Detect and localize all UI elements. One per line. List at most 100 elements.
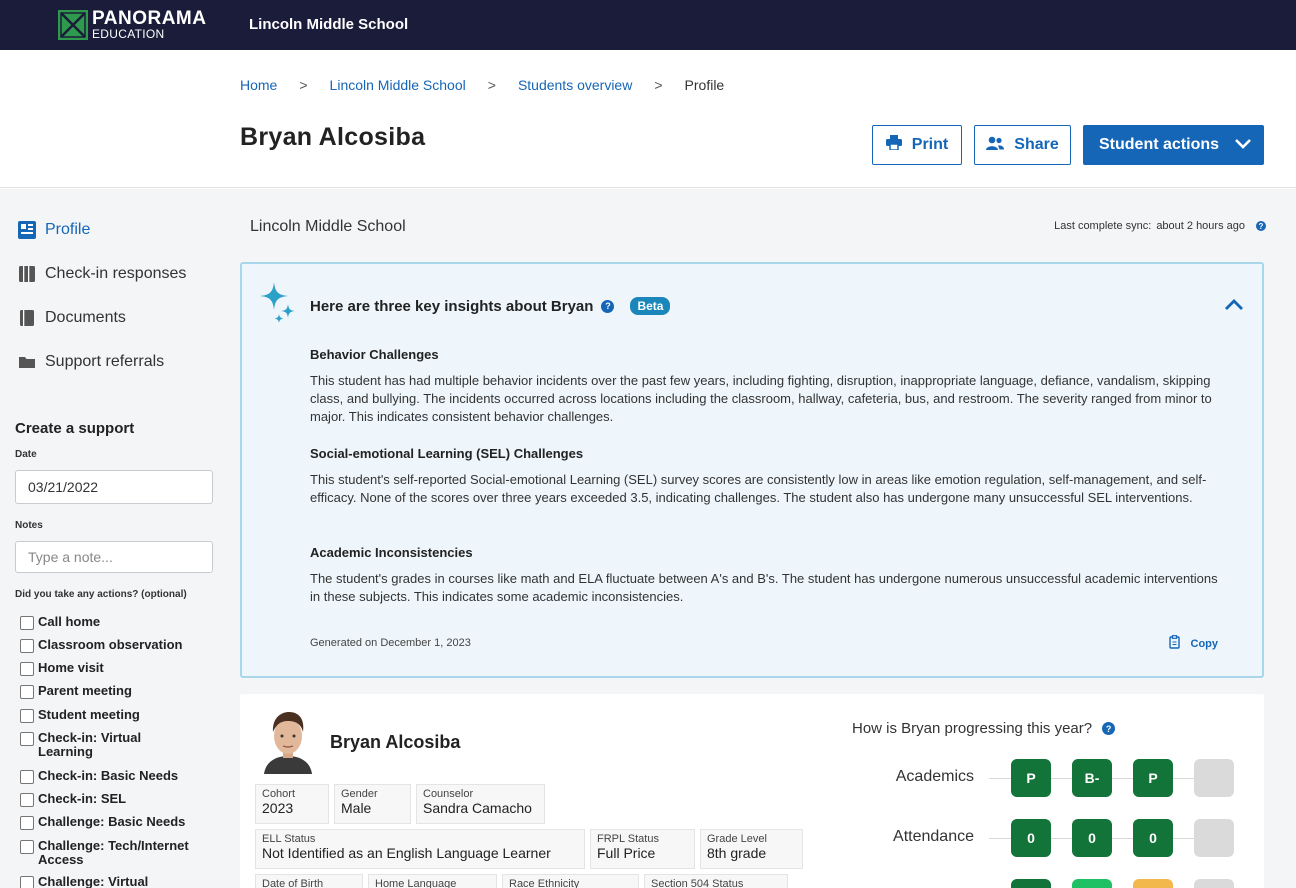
action-checkbox-home-visit[interactable]: Home visit: [20, 661, 220, 676]
breadcrumb-school[interactable]: Lincoln Middle School: [330, 77, 466, 93]
checkbox[interactable]: [20, 793, 34, 807]
student-actions-button[interactable]: Student actions: [1083, 125, 1264, 165]
print-button-label: Print: [911, 136, 949, 153]
sidebar-item-profile[interactable]: Profile: [18, 221, 90, 239]
checkbox[interactable]: [20, 662, 34, 676]
create-support-title: Create a support: [15, 420, 135, 437]
insights-title-text: Here are three key insights about Bryan: [310, 297, 594, 315]
behavior-score-pill-empty: [1194, 879, 1234, 888]
checkbox[interactable]: [20, 876, 34, 888]
date-field[interactable]: [15, 470, 213, 504]
panorama-logo[interactable]: PANORAMA EDUCATION: [58, 9, 223, 41]
insight-heading: Behavior Challenges: [310, 347, 439, 362]
race-ethnicity-chip: Race Ethnicity: [502, 874, 639, 888]
checkbox-label: Student meeting: [38, 707, 140, 722]
sidebar-item-support-referrals[interactable]: Support referrals: [18, 353, 164, 371]
action-checkbox-check-in-virtual-learning[interactable]: Check-in: Virtual Learning: [20, 731, 160, 759]
help-icon[interactable]: ?: [1102, 722, 1116, 735]
attendance-score-pill[interactable]: 0: [1011, 819, 1051, 857]
print-button[interactable]: Print: [872, 125, 962, 165]
action-checkbox-check-in-basic-needs[interactable]: Check-in: Basic Needs: [20, 769, 220, 784]
insight-heading: Social-emotional Learning (SEL) Challeng…: [310, 446, 584, 461]
checkbox-label: Challenge: Basic Needs: [38, 814, 186, 829]
copy-button[interactable]: Copy: [1168, 635, 1219, 652]
grade-level-chip: Grade Level 8th grade: [700, 829, 803, 869]
breadcrumb-home[interactable]: Home: [240, 77, 277, 93]
academics-score-pill[interactable]: P: [1011, 759, 1051, 797]
action-checkbox-challenge-virtual[interactable]: Challenge: Virtual: [20, 875, 220, 888]
chip-label: Date of Birth: [262, 878, 324, 888]
frpl-status-chip: FRPL Status Full Price: [590, 829, 695, 869]
help-icon[interactable]: ?: [1256, 221, 1266, 231]
sidebar-item-documents[interactable]: Documents: [18, 309, 126, 327]
checkbox[interactable]: [20, 732, 34, 746]
checkbox[interactable]: [20, 616, 34, 630]
help-icon[interactable]: ?: [601, 299, 615, 313]
action-checkbox-check-in-sel[interactable]: Check-in: SEL: [20, 792, 220, 807]
chip-value: Male: [341, 800, 372, 816]
folder-icon: [18, 353, 36, 371]
action-checkbox-classroom-observation[interactable]: Classroom observation: [20, 638, 220, 653]
sidebar-item-check-in-responses[interactable]: Check-in responses: [18, 265, 186, 283]
checkbox[interactable]: [20, 639, 34, 653]
copy-label: Copy: [1190, 637, 1219, 650]
cohort-chip: Cohort 2023: [255, 784, 329, 824]
book-icon: [18, 265, 36, 283]
insight-text: This student has had multiple behavior i…: [310, 373, 1212, 424]
chip-label: Gender: [341, 788, 378, 800]
sidebar-item-label: Profile: [45, 221, 91, 238]
checkbox-label: Classroom observation: [38, 637, 183, 652]
checkbox-label: Home visit: [38, 660, 104, 675]
checkbox-label: Check-in: SEL: [38, 791, 127, 806]
checkbox[interactable]: [20, 770, 34, 784]
ell-status-chip: ELL Status Not Identified as an English L…: [255, 829, 585, 869]
date-of-birth-chip: Date of Birth: [255, 874, 363, 888]
checkbox[interactable]: [20, 840, 34, 854]
checkbox-label: Challenge: Virtual: [38, 874, 149, 888]
action-checkbox-parent-meeting[interactable]: Parent meeting: [20, 684, 220, 699]
share-button[interactable]: Share: [974, 125, 1071, 165]
chip-label: Grade Level: [707, 833, 767, 845]
action-checkbox-challenge-basic-needs[interactable]: Challenge: Basic Needs: [20, 815, 220, 830]
checkbox-label: Parent meeting: [38, 683, 132, 698]
academics-score-pill[interactable]: P: [1133, 759, 1173, 797]
profile-icon: [18, 221, 36, 239]
chip-value: Sandra Camacho: [423, 800, 532, 816]
breadcrumb-current: Profile: [684, 77, 725, 93]
counselor-chip: Counselor Sandra Camacho: [416, 784, 545, 824]
attendance-score-pill[interactable]: 0: [1072, 819, 1112, 857]
chip-label: Counselor: [423, 788, 474, 800]
topbar-school-name[interactable]: Lincoln Middle School: [249, 16, 408, 33]
action-checkbox-call-home[interactable]: Call home: [20, 615, 220, 630]
progress-row-label-attendance: Attendance: [893, 828, 974, 845]
insight-text: The student's grades in courses like mat…: [310, 571, 1218, 604]
breadcrumb: Home > Lincoln Middle School > Students …: [240, 77, 724, 93]
checkbox[interactable]: [20, 685, 34, 699]
action-checkbox-student-meeting[interactable]: Student meeting: [20, 708, 220, 723]
people-icon: [986, 136, 1005, 155]
behavior-score-pill[interactable]: [1011, 879, 1051, 888]
student-avatar: [260, 708, 316, 774]
logo-subtitle: EDUCATION: [92, 27, 165, 41]
behavior-score-pill[interactable]: [1133, 879, 1173, 888]
breadcrumb-separator: >: [299, 77, 308, 93]
student-name: Bryan Alcosiba: [330, 732, 461, 752]
notes-field[interactable]: [15, 541, 213, 573]
academics-score-pill[interactable]: B-: [1072, 759, 1112, 797]
chip-value: Full Price: [597, 845, 656, 861]
checkbox[interactable]: [20, 709, 34, 723]
document-icon: [18, 309, 36, 327]
chip-value: Not Identified as an English Language Le…: [262, 845, 551, 861]
checkbox-label: Check-in: Basic Needs: [38, 768, 179, 783]
insights-title: Here are three key insights about Bryan …: [310, 297, 671, 315]
share-button-label: Share: [1014, 136, 1059, 153]
action-checkbox-challenge-tech-internet-access[interactable]: Challenge: Tech/Internet Access: [20, 839, 215, 867]
behavior-score-pill[interactable]: [1072, 879, 1112, 888]
attendance-score-pill[interactable]: 0: [1133, 819, 1173, 857]
checkbox[interactable]: [20, 816, 34, 830]
student-summary-card: Bryan Alcosiba Cohort 2023 Gender Male Cou…: [240, 694, 1264, 888]
breadcrumb-students-overview[interactable]: Students overview: [518, 77, 632, 93]
chip-label: FRPL Status: [597, 833, 659, 845]
date-label: Date: [15, 449, 37, 460]
chevron-up-icon[interactable]: [1224, 298, 1244, 317]
